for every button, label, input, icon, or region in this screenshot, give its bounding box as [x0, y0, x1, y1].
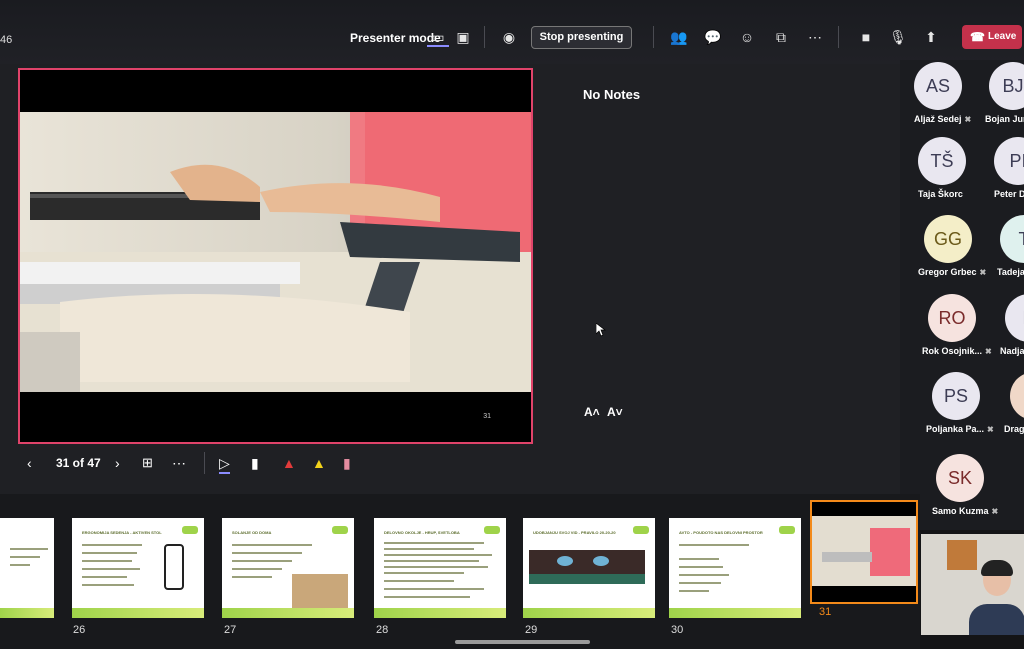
thumbnail-title: SOLANJE OD DOMA: [232, 530, 272, 535]
side-by-side-mode-icon[interactable]: ▣: [452, 27, 474, 47]
mouse-cursor-icon: [595, 322, 607, 342]
participant-video[interactable]: [921, 534, 1024, 635]
thumbnail-number: 27: [224, 624, 237, 636]
slide-thumbnail-active[interactable]: [810, 500, 918, 604]
mic-off-icon: ✖: [991, 507, 999, 516]
participants-panel: AS Aljaž Sedej✖ BJ Bojan Jurc TŠ Taja Šk…: [900, 60, 1024, 530]
slide-thumbnail[interactable]: SOLANJE OD DOMA: [222, 518, 354, 618]
pink-pen-icon[interactable]: ▮: [343, 455, 351, 472]
participant-name: Taja Škorc: [918, 189, 963, 199]
leave-label: Leave: [988, 31, 1017, 42]
toolbar-divider: [484, 26, 485, 48]
slide-thumbnail[interactable]: AVTO - POUDOTO NAS DELOVNI PROSTOR: [669, 518, 801, 618]
toolbar-divider: [838, 26, 839, 48]
phone-hangup-icon: ☎: [970, 30, 985, 44]
standout-mode-icon[interactable]: ▭: [427, 27, 449, 47]
slide-thumbnail[interactable]: ERGONOMIJA SEDENJA - AKTIVEN STOL: [72, 518, 204, 618]
meeting-toolbar: 46 Presenter mode ▭ ▣ ◉ Stop presenting …: [0, 0, 1024, 64]
avatar: T: [1000, 215, 1024, 263]
current-slide[interactable]: 31: [18, 68, 533, 444]
thumbnail-number: 29: [525, 624, 538, 636]
nav-divider: [204, 452, 205, 474]
avatar: [1010, 372, 1024, 420]
slide-image: [20, 112, 531, 392]
participant-name: Aljaž Sedej ✖: [914, 114, 972, 124]
grid-view-icon[interactable]: ⊞: [142, 455, 153, 471]
more-slide-options-icon[interactable]: ⋯: [172, 455, 186, 472]
slide-navigation: ‹ 31 of 47 › ⊞ ⋯ ▷ ▮ ▲ ▲ ▮: [0, 444, 900, 484]
participant-name: Bojan Jurc: [985, 114, 1024, 124]
share-icon[interactable]: ⬆: [920, 27, 942, 47]
mic-off-icon: ✖: [979, 268, 987, 277]
participant-name: Peter D: [994, 189, 1024, 199]
meeting-timer: 46: [0, 34, 13, 46]
mic-off-icon: ✖: [964, 115, 972, 124]
camera-icon[interactable]: ■: [855, 27, 877, 47]
participant-name: Drag: [1004, 424, 1024, 434]
avatar: N: [1005, 294, 1024, 342]
slide-counter: 31 of 47: [56, 456, 101, 470]
participant-name: Gregor Grbec ✖: [918, 267, 987, 277]
thumbnail-title: DELOVNO OKOLJE - HRUP, SVETLOBA: [384, 530, 460, 535]
participant-name: Tadeja: [997, 267, 1024, 277]
previous-slide-icon[interactable]: ‹: [27, 455, 32, 471]
speaker-notes: No Notes: [583, 87, 641, 102]
slide-thumbnail[interactable]: [0, 518, 54, 618]
people-icon[interactable]: 👥: [668, 27, 690, 47]
thumbnail-number: 26: [73, 624, 86, 636]
leave-button[interactable]: ☎ Leave: [962, 25, 1022, 49]
thumbnail-title: UDOBJANJU SVOJ VID - PRAVILO 20-20-20: [533, 530, 616, 535]
microphone-icon[interactable]: 🎙: [887, 27, 909, 47]
home-indicator: [455, 640, 590, 644]
avatar: PI: [994, 137, 1024, 185]
eye-icon[interactable]: ◉: [498, 27, 520, 47]
decrease-font-button[interactable]: A˅: [607, 405, 623, 419]
next-slide-icon[interactable]: ›: [115, 455, 120, 471]
avatar: TŠ: [918, 137, 966, 185]
red-pen-icon[interactable]: ▲: [282, 455, 296, 471]
rooms-icon[interactable]: ⧉: [770, 27, 792, 47]
eraser-icon[interactable]: ▮: [251, 455, 259, 472]
slide-thumbnail-strip: ERGONOMIJA SEDENJA - AKTIVEN STOL 26 SOL…: [0, 494, 920, 649]
slide-number: 31: [483, 413, 491, 420]
avatar: RO: [928, 294, 976, 342]
participant-name: Samo Kuzma ✖: [932, 506, 999, 516]
thumbnail-number: 31: [819, 606, 832, 618]
laser-pointer-icon[interactable]: ▷: [219, 455, 230, 474]
thumbnail-number: 28: [376, 624, 389, 636]
slide-thumbnail[interactable]: DELOVNO OKOLJE - HRUP, SVETLOBA: [374, 518, 506, 618]
avatar: BJ: [989, 62, 1024, 110]
participant-name: Rok Osojnik... ✖: [922, 346, 992, 356]
avatar: GG: [924, 215, 972, 263]
chat-icon[interactable]: 💬: [702, 27, 724, 47]
slide-thumbnail[interactable]: UDOBJANJU SVOJ VID - PRAVILO 20-20-20: [523, 518, 655, 618]
thumbnail-number: 30: [671, 624, 684, 636]
thumbnail-title: ERGONOMIJA SEDENJA - AKTIVEN STOL: [82, 530, 162, 535]
stop-presenting-button[interactable]: Stop presenting: [531, 26, 632, 49]
avatar: AS: [914, 62, 962, 110]
avatar: SK: [936, 454, 984, 502]
mic-off-icon: ✖: [985, 347, 992, 356]
increase-font-button[interactable]: A˄: [584, 405, 600, 419]
participant-name: Poljanka Pa... ✖: [926, 424, 994, 434]
avatar: PS: [932, 372, 980, 420]
participant-name: Nadja: [1000, 346, 1024, 356]
more-options-icon[interactable]: ⋯: [804, 27, 826, 47]
reactions-icon[interactable]: ☺: [736, 27, 758, 47]
highlighter-icon[interactable]: ▲: [312, 455, 326, 471]
thumbnail-title: AVTO - POUDOTO NAS DELOVNI PROSTOR: [679, 530, 763, 535]
mic-off-icon: ✖: [987, 425, 994, 434]
toolbar-divider: [653, 26, 654, 48]
